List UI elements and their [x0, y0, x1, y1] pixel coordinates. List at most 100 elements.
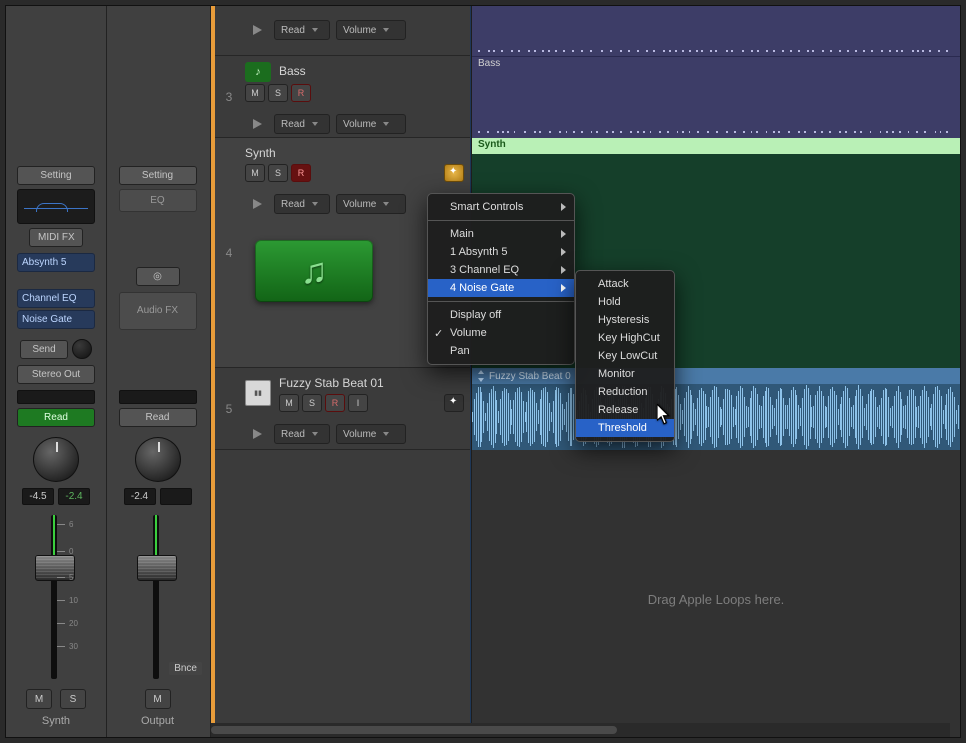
eq-thumbnail[interactable]	[17, 189, 95, 224]
automation-parameter-menu[interactable]: Smart Controls Main 1 Absynth 5 3 Channe…	[427, 193, 575, 365]
solo-button[interactable]: S	[268, 164, 288, 182]
fader[interactable]: 6 0 5 10 20 30	[17, 515, 95, 679]
track-name[interactable]: Fuzzy Stab Beat 01	[279, 374, 464, 394]
track-header-list: Read Volume 3 ♪ Bass M S R	[211, 6, 471, 737]
automation-mode-button[interactable]: Read	[119, 408, 197, 427]
setting-button[interactable]: Setting	[17, 166, 95, 185]
disclosure-icon[interactable]	[253, 119, 262, 129]
menu-item-volume[interactable]: Volume	[428, 324, 574, 342]
automation-param-select[interactable]: Volume	[336, 194, 406, 214]
region-header-audio[interactable]: Fuzzy Stab Beat 0	[472, 368, 960, 384]
automation-mode-select[interactable]: Read	[274, 424, 330, 444]
menu-item-reduction[interactable]: Reduction	[576, 383, 674, 401]
mute-button[interactable]: M	[279, 394, 299, 412]
mute-button[interactable]: M	[145, 689, 171, 709]
channel-name: Synth	[42, 715, 70, 737]
menu-item-plugin[interactable]: 1 Absynth 5	[428, 243, 574, 261]
record-button[interactable]: R	[291, 164, 311, 182]
solo-button[interactable]: S	[268, 84, 288, 102]
track-icon: ▮▮	[245, 380, 271, 406]
fader-value[interactable]: -2.4	[124, 488, 156, 505]
send-button[interactable]: Send	[20, 340, 68, 359]
horizontal-scrollbar[interactable]	[211, 723, 950, 737]
automation-param-select[interactable]: Volume	[336, 20, 406, 40]
disclosure-icon[interactable]	[253, 429, 262, 439]
freeze-button[interactable]	[444, 164, 464, 182]
automation-mode-select[interactable]: Read	[274, 20, 330, 40]
input-monitor-button[interactable]: I	[348, 394, 368, 412]
solo-button[interactable]: S	[60, 689, 86, 709]
menu-item-key-lowcut[interactable]: Key LowCut	[576, 347, 674, 365]
disclosure-icon[interactable]	[253, 199, 262, 209]
channel-strip-output: Setting EQ ◎ Audio FX Read -2.4 Bnce M O…	[107, 6, 208, 737]
channel-strips: Setting MIDI FX Absynth 5 Channel EQ Noi…	[6, 6, 211, 737]
fader-value[interactable]: -4.5	[22, 488, 54, 505]
balance-knob[interactable]	[135, 437, 181, 482]
peak-value[interactable]: -2.4	[58, 488, 90, 505]
solo-button[interactable]: S	[302, 394, 322, 412]
menu-item-monitor[interactable]: Monitor	[576, 365, 674, 383]
menu-item-hold[interactable]: Hold	[576, 293, 674, 311]
channel-name: Output	[141, 715, 174, 737]
automation-mode-select[interactable]: Read	[274, 114, 330, 134]
drop-hint: Drag Apple Loops here.	[472, 592, 960, 607]
arrange-area[interactable]: Bass Synth Fuzzy Stab Beat 0 Drag Apple …	[471, 6, 960, 737]
cursor-icon	[657, 404, 671, 422]
audio-fx-button[interactable]: Audio FX	[119, 292, 197, 331]
menu-item-hysteresis[interactable]: Hysteresis	[576, 311, 674, 329]
track-number: 4	[217, 246, 241, 260]
midi-region-icon: ♫	[255, 240, 373, 302]
disclosure-icon[interactable]	[253, 25, 262, 35]
bounce-button[interactable]: Bnce	[169, 662, 202, 675]
region-bass[interactable]: Bass	[472, 56, 960, 138]
gain-reduction-meter	[17, 390, 95, 404]
record-button[interactable]: R	[291, 84, 311, 102]
menu-item-plugin-noise-gate[interactable]: 4 Noise Gate	[428, 279, 574, 297]
automation-mode-select[interactable]: Read	[274, 194, 330, 214]
menu-item-key-highcut[interactable]: Key HighCut	[576, 329, 674, 347]
track-number: 3	[217, 90, 241, 104]
output-button[interactable]: Stereo Out	[17, 365, 95, 384]
region-audio[interactable]	[472, 384, 960, 450]
audio-fx-slot[interactable]: Noise Gate	[17, 310, 95, 329]
instrument-slot[interactable]: Absynth 5	[17, 253, 95, 272]
menu-item-attack[interactable]: Attack	[576, 275, 674, 293]
track-icon: ♪	[245, 62, 271, 82]
region-name: Synth	[472, 138, 960, 154]
audio-fx-slot[interactable]: Channel EQ	[17, 289, 95, 308]
region-bass[interactable]	[472, 6, 960, 56]
loop-icon	[478, 370, 485, 382]
track-header-fuzzy[interactable]: 5 ▮▮ Fuzzy Stab Beat 01 M S R I	[215, 368, 470, 450]
menu-item-pan[interactable]: Pan	[428, 342, 574, 360]
eq-button[interactable]: EQ	[119, 189, 197, 212]
track-name[interactable]: Synth	[245, 144, 464, 164]
freeze-button[interactable]	[444, 394, 464, 412]
stereo-mode-button[interactable]: ◎	[136, 267, 180, 286]
track-header-bass[interactable]: 3 ♪ Bass M S R Read Volume	[215, 56, 470, 138]
gain-reduction-meter	[119, 390, 197, 404]
region-name: Fuzzy Stab Beat 0	[489, 371, 571, 382]
mute-button[interactable]: M	[245, 84, 265, 102]
midi-fx-button[interactable]: MIDI FX	[29, 228, 83, 247]
track-header[interactable]: Read Volume	[215, 6, 470, 56]
peak-value[interactable]	[160, 488, 192, 505]
pan-knob[interactable]	[33, 437, 79, 482]
menu-item-display-off[interactable]: Display off	[428, 306, 574, 324]
fader[interactable]	[119, 515, 197, 679]
region-header-synth[interactable]: Synth	[472, 138, 960, 154]
mute-button[interactable]: M	[26, 689, 52, 709]
record-button[interactable]: R	[325, 394, 345, 412]
mute-button[interactable]: M	[245, 164, 265, 182]
setting-button[interactable]: Setting	[119, 166, 197, 185]
menu-item-smart-controls[interactable]: Smart Controls	[428, 198, 574, 216]
region-name: Bass	[472, 57, 960, 73]
menu-item-plugin[interactable]: 3 Channel EQ	[428, 261, 574, 279]
menu-item-main[interactable]: Main	[428, 225, 574, 243]
automation-mode-button[interactable]: Read	[17, 408, 95, 427]
send-knob[interactable]	[72, 339, 92, 359]
automation-param-select[interactable]: Volume	[336, 114, 406, 134]
track-name[interactable]: Bass	[279, 62, 306, 82]
track-number: 5	[217, 402, 241, 416]
channel-strip-synth: Setting MIDI FX Absynth 5 Channel EQ Noi…	[6, 6, 107, 737]
automation-param-select[interactable]: Volume	[336, 424, 406, 444]
